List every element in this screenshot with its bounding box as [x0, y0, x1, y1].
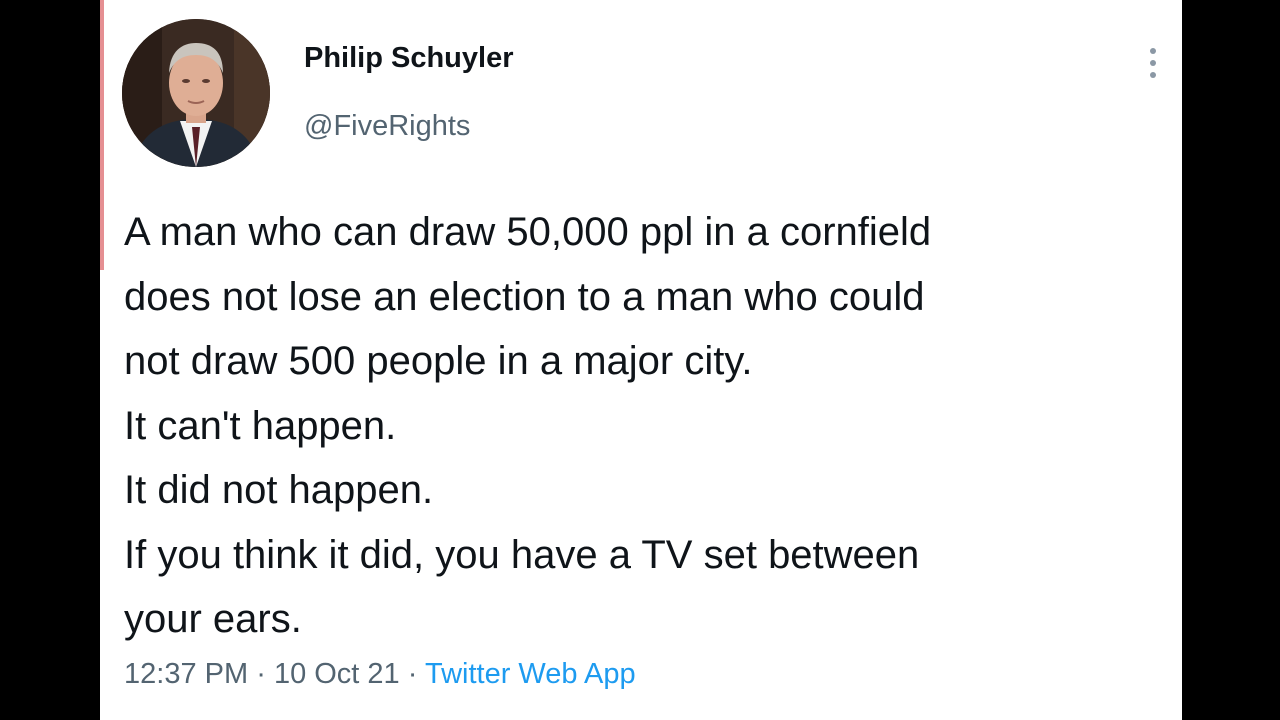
tweet-text-line: It can't happen. — [124, 403, 397, 448]
more-vertical-icon-dot — [1150, 72, 1156, 78]
tweet-date[interactable]: 10 Oct 21 — [274, 658, 400, 690]
more-options-button[interactable] — [1140, 40, 1168, 86]
card-edge-accent — [100, 0, 104, 270]
tweet-time[interactable]: 12:37 PM — [124, 658, 248, 690]
author-handle[interactable]: @FiveRights — [304, 110, 470, 143]
screenshot-frame: Philip Schuyler @FiveRights A man who ca… — [0, 0, 1280, 720]
author-display-name[interactable]: Philip Schuyler — [304, 42, 514, 75]
avatar[interactable] — [122, 19, 270, 167]
avatar-portrait — [122, 19, 270, 167]
meta-separator: · — [256, 658, 266, 690]
tweet-text-line: A man who can draw 50,000 ppl in a cornf… — [124, 210, 932, 254]
tweet-metadata: 12:37 PM · 10 Oct 21 · Twitter Web App — [124, 658, 636, 691]
tweet-text-line: not draw 500 people in a major city. — [124, 339, 753, 383]
tweet-text-line: If you think it did, you have a TV set b… — [124, 532, 920, 577]
more-vertical-icon — [1150, 48, 1156, 54]
tweet-text-line: It did not happen. — [124, 468, 434, 512]
tweet-card: Philip Schuyler @FiveRights A man who ca… — [100, 0, 1182, 720]
tweet-source-link[interactable]: Twitter Web App — [425, 658, 636, 690]
tweet-text-line: your ears. — [124, 597, 302, 641]
tweet-text-line: does not lose an election to a man who c… — [124, 274, 925, 319]
more-vertical-icon-dot — [1150, 60, 1156, 66]
meta-separator: · — [407, 658, 418, 690]
tweet-text: A man who can draw 50,000 ppl in a cornf… — [124, 200, 1164, 652]
